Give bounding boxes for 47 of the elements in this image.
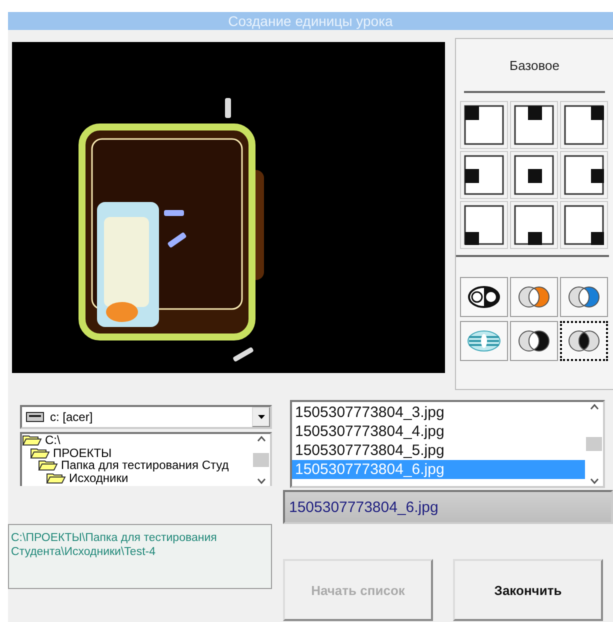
position-button[interactable]	[460, 101, 508, 149]
position-icon	[514, 105, 554, 145]
file-item[interactable]: 1505307773804_4.jpg	[292, 422, 585, 441]
caret-icon	[258, 415, 264, 419]
file-item[interactable]: 1505307773804_3.jpg	[292, 403, 585, 422]
file-item[interactable]: 1505307773804_5.jpg	[292, 441, 585, 460]
position-button[interactable]	[560, 201, 608, 249]
folder-item[interactable]: C:\	[45, 434, 60, 448]
position-icon	[464, 105, 504, 145]
position-button[interactable]	[510, 151, 558, 199]
scrollbar-thumb[interactable]	[586, 437, 602, 451]
blend-mode-button[interactable]	[460, 277, 508, 317]
folder-icon	[30, 446, 50, 459]
blend-mode-button[interactable]	[560, 321, 608, 361]
selected-file-field[interactable]: 1505307773804_6.jpg	[283, 490, 613, 524]
folder-icon	[46, 472, 66, 484]
folder-item[interactable]: Папка для тестирования Студ	[61, 458, 229, 472]
window-title: Создание единицы урока	[8, 12, 613, 30]
position-button[interactable]	[460, 201, 508, 249]
position-icon	[564, 205, 604, 245]
position-button[interactable]	[510, 101, 558, 149]
folder-icon	[38, 459, 58, 472]
folder-item[interactable]: Исходники	[69, 470, 128, 485]
drive-icon	[26, 412, 44, 422]
scroll-down-icon[interactable]	[590, 478, 598, 484]
action-button[interactable]: Закончить	[453, 559, 603, 621]
position-icon	[564, 155, 604, 195]
drive-dropdown[interactable]: c: [acer]	[20, 405, 272, 429]
folder-icon	[22, 434, 42, 446]
scroll-up-icon[interactable]	[590, 404, 598, 410]
position-button[interactable]	[460, 151, 508, 199]
position-icon	[514, 155, 554, 195]
position-icon	[464, 205, 504, 245]
position-icon	[514, 205, 554, 245]
scrollbar-thumb[interactable]	[253, 453, 269, 467]
blend-mode-button[interactable]	[510, 321, 558, 361]
scroll-up-icon[interactable]	[256, 436, 266, 442]
blend-mode-button[interactable]	[510, 277, 558, 317]
position-button[interactable]	[510, 201, 558, 249]
path-text: C:\ПРОЕКТЫ\Папка для тестирования Студента\Исходники\Test-4	[8, 524, 272, 589]
folder-item[interactable]: ПРОЕКТЫ	[53, 446, 112, 460]
position-icon	[464, 155, 504, 195]
position-button[interactable]	[560, 101, 608, 149]
scroll-down-icon[interactable]	[256, 478, 266, 484]
blend-mode-button[interactable]	[560, 277, 608, 317]
position-icon	[564, 105, 604, 145]
position-button[interactable]	[560, 151, 608, 199]
